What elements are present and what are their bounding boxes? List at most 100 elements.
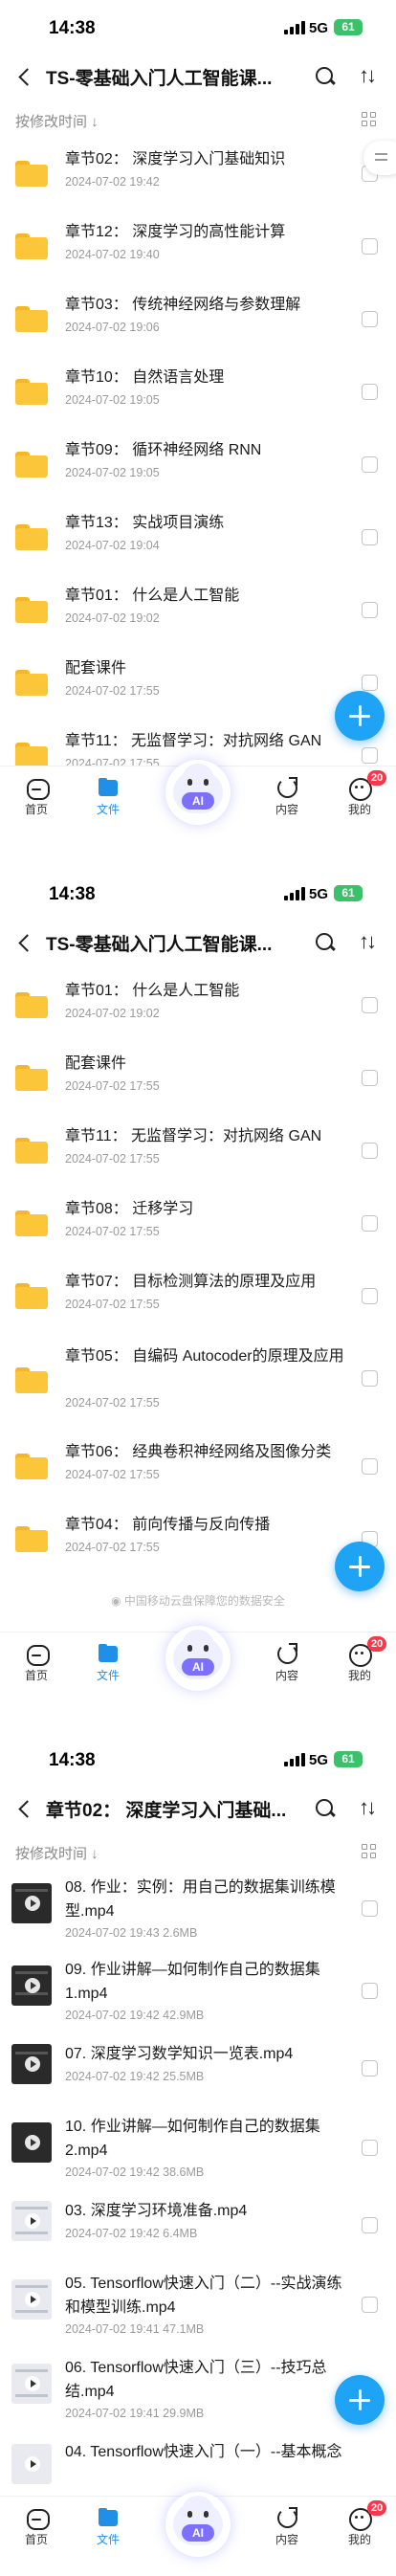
item-name: 章节11： 无监督学习：对抗网络 GAN: [65, 733, 322, 749]
ai-assistant-button[interactable]: AI: [165, 760, 231, 825]
sort-by-modified-button[interactable]: 按修改时间 ↓: [15, 111, 99, 131]
item-meta: 2024-07-02 17:55: [65, 1298, 160, 1311]
select-checkbox[interactable]: [362, 1143, 378, 1159]
select-checkbox[interactable]: [362, 1370, 378, 1387]
add-plus-icon[interactable]: [335, 2375, 385, 2425]
video-thumbnail: [11, 2044, 52, 2084]
item-meta: 2024-07-02 17:55: [65, 1079, 160, 1093]
tab-label: 我的: [347, 2533, 371, 2546]
item-name: 章节06： 经典卷积神经网络及图像分类: [65, 1444, 332, 1460]
item-meta: 2024-07-02 17:55: [65, 1152, 160, 1166]
back-chevron-icon[interactable]: [11, 929, 38, 956]
folder-icon: [15, 1526, 48, 1552]
item-name: 章节12： 深度学习的高性能计算: [65, 224, 286, 240]
video-thumbnail: [11, 2122, 52, 2163]
tab-label: 内容: [275, 1669, 298, 1682]
add-plus-icon[interactable]: [335, 691, 385, 741]
tab-files[interactable]: 文件: [79, 1642, 137, 1683]
sort-arrows-icon[interactable]: ↑↓: [352, 927, 381, 956]
video-thumbnail: [11, 1883, 52, 1923]
select-checkbox[interactable]: [362, 2140, 378, 2156]
select-checkbox[interactable]: [362, 1288, 378, 1304]
select-checkbox[interactable]: [362, 384, 378, 400]
select-checkbox[interactable]: [362, 2060, 378, 2076]
tab-content[interactable]: 内容: [258, 776, 316, 817]
select-checkbox[interactable]: [362, 1983, 378, 1999]
item-meta: 2024-07-02 19:42 25.5MB: [65, 2070, 205, 2083]
nav-bar: TS-零基础入门人工智能课... ↑↓: [0, 56, 396, 98]
scroll-handle[interactable]: [363, 141, 396, 175]
select-checkbox[interactable]: [362, 1458, 378, 1475]
item-name: 章节01： 什么是人工智能: [65, 983, 240, 999]
status-time: 14:38: [49, 1750, 96, 1770]
shield-icon: ◉: [111, 1594, 124, 1608]
search-icon[interactable]: [313, 64, 338, 89]
sort-by-modified-button[interactable]: 按修改时间 ↓: [15, 1843, 99, 1863]
item-meta: 2024-07-02 19:42 38.6MB: [65, 2165, 205, 2179]
select-checkbox[interactable]: [362, 1070, 378, 1086]
back-chevron-icon[interactable]: [11, 1795, 38, 1822]
files-icon: [97, 776, 120, 799]
item-meta: 2024-07-02 17:55: [65, 1468, 160, 1481]
select-checkbox[interactable]: [362, 2217, 378, 2233]
item-name: 09. 作业讲解—如何制作自己的数据集1.mp4: [65, 1962, 320, 2002]
folder-icon: [15, 452, 48, 477]
tab-home[interactable]: 首页: [8, 776, 65, 817]
video-thumbnail: [11, 2201, 52, 2241]
tab-label: 首页: [24, 1669, 48, 1682]
tab-home[interactable]: 首页: [8, 2506, 65, 2547]
tab-label: 文件: [96, 2533, 120, 2546]
select-checkbox[interactable]: [362, 747, 378, 764]
select-checkbox[interactable]: [362, 456, 378, 473]
sort-row: 按修改时间 ↓: [0, 1839, 396, 1864]
item-name: 章节01： 什么是人工智能: [65, 588, 240, 604]
add-plus-icon[interactable]: [335, 1542, 385, 1591]
grid-view-icon[interactable]: [362, 112, 377, 127]
ai-assistant-button[interactable]: AI: [165, 1626, 231, 1691]
tab-mine[interactable]: 20 我的: [331, 1636, 388, 1683]
search-icon[interactable]: [313, 930, 338, 955]
folder-icon: [15, 524, 48, 550]
select-checkbox[interactable]: [362, 675, 378, 691]
folder-icon: [15, 379, 48, 405]
select-checkbox[interactable]: [362, 1215, 378, 1232]
safety-notice: ◉ 中国移动云盘保障您的数据安全: [0, 1592, 396, 1609]
select-checkbox[interactable]: [362, 602, 378, 618]
select-checkbox[interactable]: [362, 997, 378, 1013]
sort-arrows-icon[interactable]: ↑↓: [352, 61, 381, 90]
tab-content[interactable]: 内容: [258, 1642, 316, 1683]
page-title: 章节02： 深度学习入门基础...: [46, 1801, 287, 1821]
sort-arrows-icon[interactable]: ↑↓: [352, 1793, 381, 1822]
select-checkbox[interactable]: [362, 1900, 378, 1917]
profile-icon: 20: [348, 2500, 387, 2531]
tab-files[interactable]: 文件: [79, 2506, 137, 2547]
folder-icon: [15, 1283, 48, 1309]
ai-assistant-button[interactable]: AI: [165, 2492, 231, 2557]
back-chevron-icon[interactable]: [11, 63, 38, 90]
tab-label: 我的: [347, 1669, 371, 1682]
select-checkbox[interactable]: [362, 238, 378, 255]
select-checkbox[interactable]: [362, 311, 378, 327]
home-icon: [25, 2506, 50, 2530]
item-meta: 2024-07-02 19:04: [65, 539, 160, 552]
tab-files[interactable]: 文件: [79, 776, 137, 817]
item-name: 05. Tensorflow快速入门（二）--实战演练和模型训练.mp4: [65, 2276, 342, 2316]
tab-mine[interactable]: 20 我的: [331, 770, 388, 817]
search-icon[interactable]: [313, 1796, 338, 1821]
ai-label: AI: [182, 1658, 214, 1676]
select-checkbox[interactable]: [362, 2297, 378, 2313]
play-icon: [25, 2135, 40, 2150]
tab-content[interactable]: 内容: [258, 2506, 316, 2547]
folder-icon: [15, 1454, 48, 1479]
grid-view-icon[interactable]: [362, 1844, 377, 1859]
content-icon: [275, 2506, 298, 2529]
profile-icon: 20: [348, 770, 387, 801]
item-meta: 2024-07-02 19:42 6.4MB: [65, 2227, 198, 2240]
item-name: 08. 作业：实例：用自己的数据集训练模型.mp4: [65, 1879, 336, 1920]
folder-icon: [15, 1138, 48, 1164]
tab-mine[interactable]: 20 我的: [331, 2500, 388, 2547]
select-checkbox[interactable]: [362, 529, 378, 545]
video-thumbnail: [11, 2364, 52, 2404]
folder-icon: [15, 1367, 48, 1393]
tab-home[interactable]: 首页: [8, 1642, 65, 1683]
